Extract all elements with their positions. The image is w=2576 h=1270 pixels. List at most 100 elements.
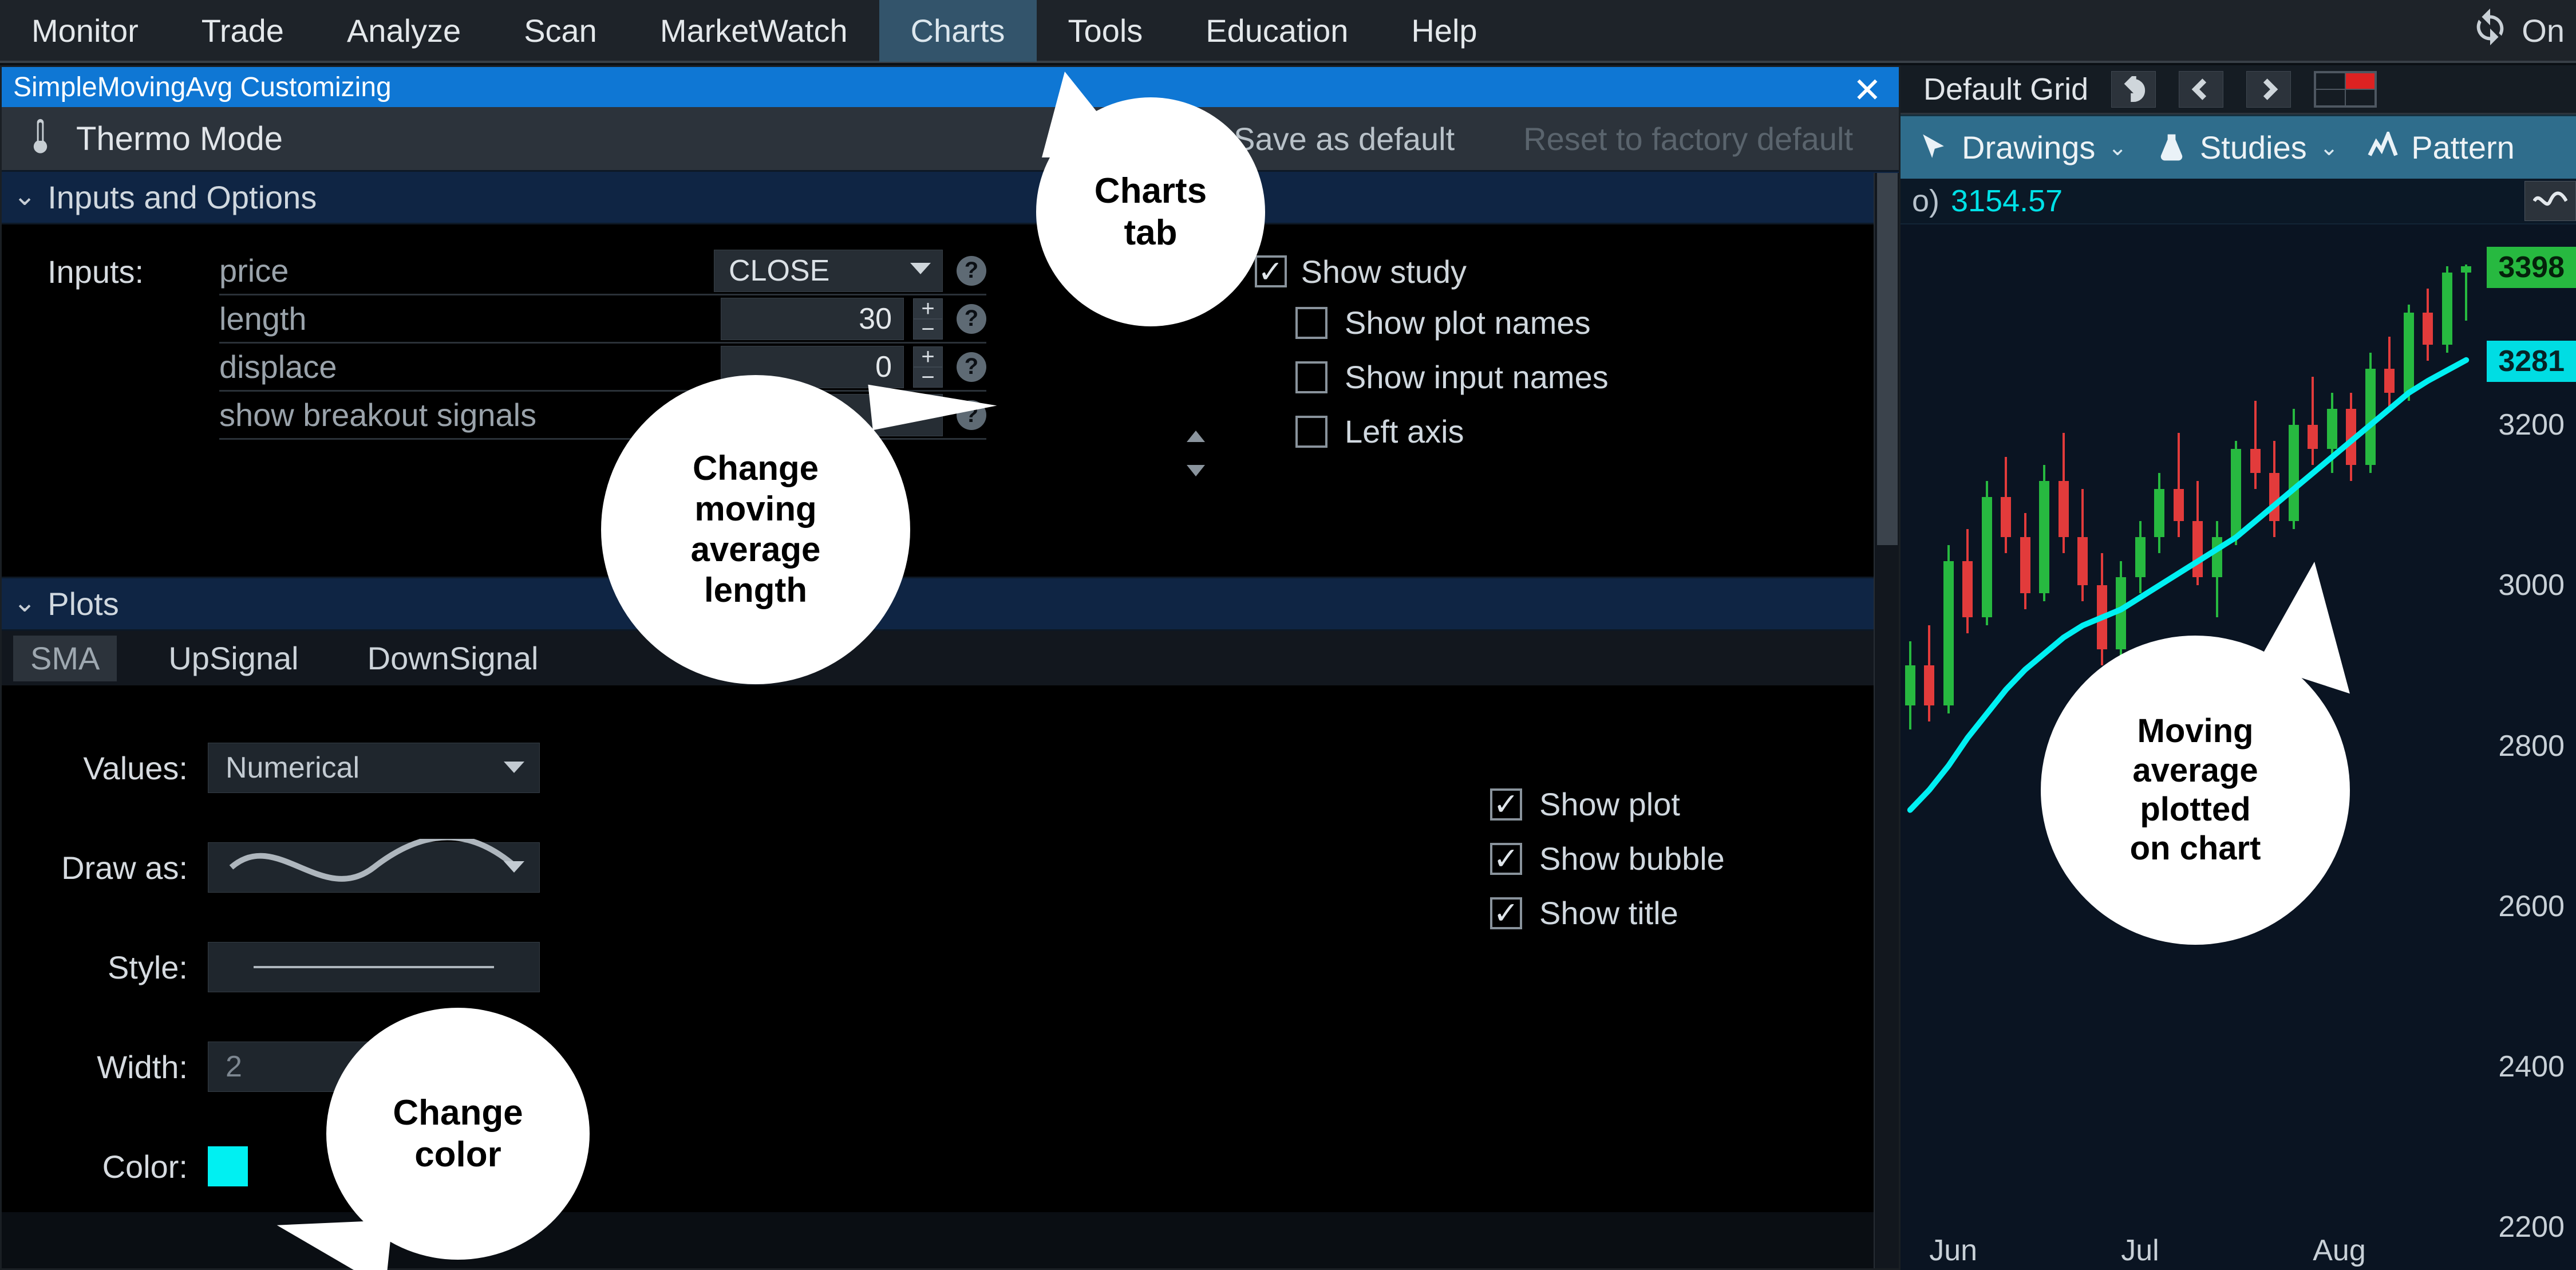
candle-body	[2231, 449, 2241, 537]
color-label: Color:	[102, 1148, 188, 1185]
chevron-down-icon: ⌄	[13, 586, 36, 618]
show-bubble-checkbox[interactable]	[1490, 843, 1522, 875]
dialog-scrollbar[interactable]	[1874, 173, 1899, 1268]
patterns-button[interactable]: Pattern	[2367, 129, 2515, 166]
tab-sma[interactable]: SMA	[13, 636, 117, 681]
help-icon[interactable]: ?	[957, 304, 986, 334]
refresh-icon[interactable]	[2470, 7, 2510, 54]
scrollbar-thumb[interactable]	[1877, 173, 1898, 545]
menu-tab-trade[interactable]: Trade	[170, 0, 315, 62]
help-icon[interactable]: ?	[957, 256, 986, 286]
grid-layout-icon[interactable]	[2314, 71, 2377, 108]
color-swatch[interactable]	[208, 1146, 248, 1186]
list-scroll[interactable]	[1187, 431, 1205, 476]
caret-down-icon	[504, 861, 524, 873]
draw-as-dropdown[interactable]	[208, 842, 540, 893]
spinner-down-icon[interactable]: −	[913, 319, 943, 340]
grid-label[interactable]: Default Grid	[1923, 72, 2088, 107]
candle-body	[2308, 425, 2318, 449]
candle-wick	[2465, 265, 2467, 321]
tab-downsignal[interactable]: DownSignal	[350, 636, 556, 681]
cursor-icon	[1918, 132, 1949, 163]
candle-body	[2154, 489, 2164, 537]
menu-tab-scan[interactable]: Scan	[492, 0, 629, 62]
candle-body	[2039, 481, 2049, 593]
values-dropdown[interactable]: Numerical	[208, 743, 540, 793]
callout-charts-tab: Chartstab	[1036, 97, 1265, 326]
thermo-mode-label[interactable]: Thermo Mode	[76, 120, 283, 158]
flask-icon	[2156, 132, 2187, 163]
callout-text: Changecolor	[376, 1075, 540, 1193]
candle-body	[2135, 537, 2146, 577]
menu-tab-charts[interactable]: Charts	[879, 0, 1037, 62]
menu-tab-marketwatch[interactable]: MarketWatch	[629, 0, 879, 62]
price-tag-green: 3398	[2487, 247, 2576, 288]
menu-tab-education[interactable]: Education	[1174, 0, 1380, 62]
y-tick: 2800	[2498, 729, 2565, 763]
show-plot-names-checkbox[interactable]	[1295, 307, 1327, 339]
candle-body	[2250, 449, 2261, 473]
plots-form: Values: Numerical Show plot Show bubble …	[2, 685, 1899, 1212]
price-dropdown[interactable]: CLOSE	[714, 250, 943, 292]
show-input-names-checkbox[interactable]	[1295, 361, 1327, 393]
candle-wick	[2312, 377, 2314, 465]
length-spinner[interactable]: + −	[913, 298, 943, 340]
show-plot-checkbox[interactable]	[1490, 788, 1522, 821]
candle-body	[1962, 561, 1973, 617]
menu-tab-monitor[interactable]: Monitor	[0, 0, 170, 62]
field-breakout-label: show breakout signals	[219, 396, 536, 433]
callout-text: Changemovingaveragelength	[674, 431, 838, 628]
tab-sma-label: SMA	[30, 640, 100, 677]
candle-body	[2346, 409, 2356, 465]
indicator-toggle-icon[interactable]	[2524, 181, 2576, 221]
drawings-label: Drawings	[1962, 129, 2095, 166]
grid-undo-button[interactable]	[2111, 71, 2156, 108]
x-tick: Jul	[2121, 1233, 2159, 1268]
candle-body	[2001, 497, 2011, 537]
close-icon[interactable]: ✕	[1853, 70, 1882, 111]
section-inputs-options-header[interactable]: ⌄ Inputs and Options	[2, 170, 1899, 224]
drawings-button[interactable]: Drawings ⌄	[1918, 129, 2127, 166]
candle-body	[2327, 409, 2337, 449]
show-study-checkbox[interactable]	[1255, 255, 1287, 287]
reset-factory-button[interactable]: Reset to factory default	[1500, 120, 1876, 157]
candle-body	[2442, 273, 2452, 345]
price-row: o) 3154.57	[1901, 179, 2576, 224]
wave-icon	[226, 839, 522, 896]
dialog-titlebar: SimpleMovingAvg Customizing ✕	[2, 67, 1899, 107]
grid-toolbar: Default Grid	[1901, 65, 2576, 115]
candle-wick	[2178, 433, 2180, 537]
thermo-bar: Thermo Mode Save as default Reset to fac…	[2, 107, 1899, 170]
candle-wick	[2254, 401, 2257, 489]
y-tick: 2200	[2498, 1210, 2565, 1244]
width-label: Width:	[97, 1048, 188, 1086]
candle-body	[1924, 665, 1934, 705]
section-io-label: Inputs and Options	[48, 179, 317, 216]
tab-upsignal-label: UpSignal	[168, 640, 298, 677]
menu-tab-analyze[interactable]: Analyze	[315, 0, 492, 62]
menu-tab-help[interactable]: Help	[1380, 0, 1508, 62]
style-dropdown[interactable]	[208, 942, 540, 992]
y-tick: 3000	[2498, 568, 2565, 602]
spinner-up-icon[interactable]: +	[913, 298, 943, 319]
left-axis-label: Left axis	[1345, 413, 1464, 450]
save-default-button[interactable]: Save as default	[1211, 120, 1477, 157]
studies-button[interactable]: Studies ⌄	[2156, 129, 2338, 166]
spinner-up-icon[interactable]: +	[913, 346, 943, 367]
section-plots-header[interactable]: ⌄ Plots	[2, 577, 1899, 631]
tab-upsignal[interactable]: UpSignal	[151, 636, 315, 681]
candle-body	[2059, 481, 2069, 537]
x-tick: Jun	[1929, 1233, 1977, 1268]
candle-body	[2174, 489, 2184, 521]
price-tag-cyan: 3281	[2487, 341, 2576, 382]
thermometer-icon[interactable]	[25, 117, 56, 160]
candle-body	[2116, 577, 2126, 649]
menu-tab-tools[interactable]: Tools	[1037, 0, 1175, 62]
show-title-checkbox[interactable]	[1490, 897, 1522, 929]
style-label: Style:	[108, 949, 188, 986]
nav-back-button[interactable]	[2179, 71, 2223, 108]
length-input[interactable]: 30	[721, 298, 904, 340]
left-axis-checkbox[interactable]	[1295, 416, 1327, 448]
candle-body	[1982, 497, 1992, 617]
nav-forward-button[interactable]	[2246, 71, 2291, 108]
